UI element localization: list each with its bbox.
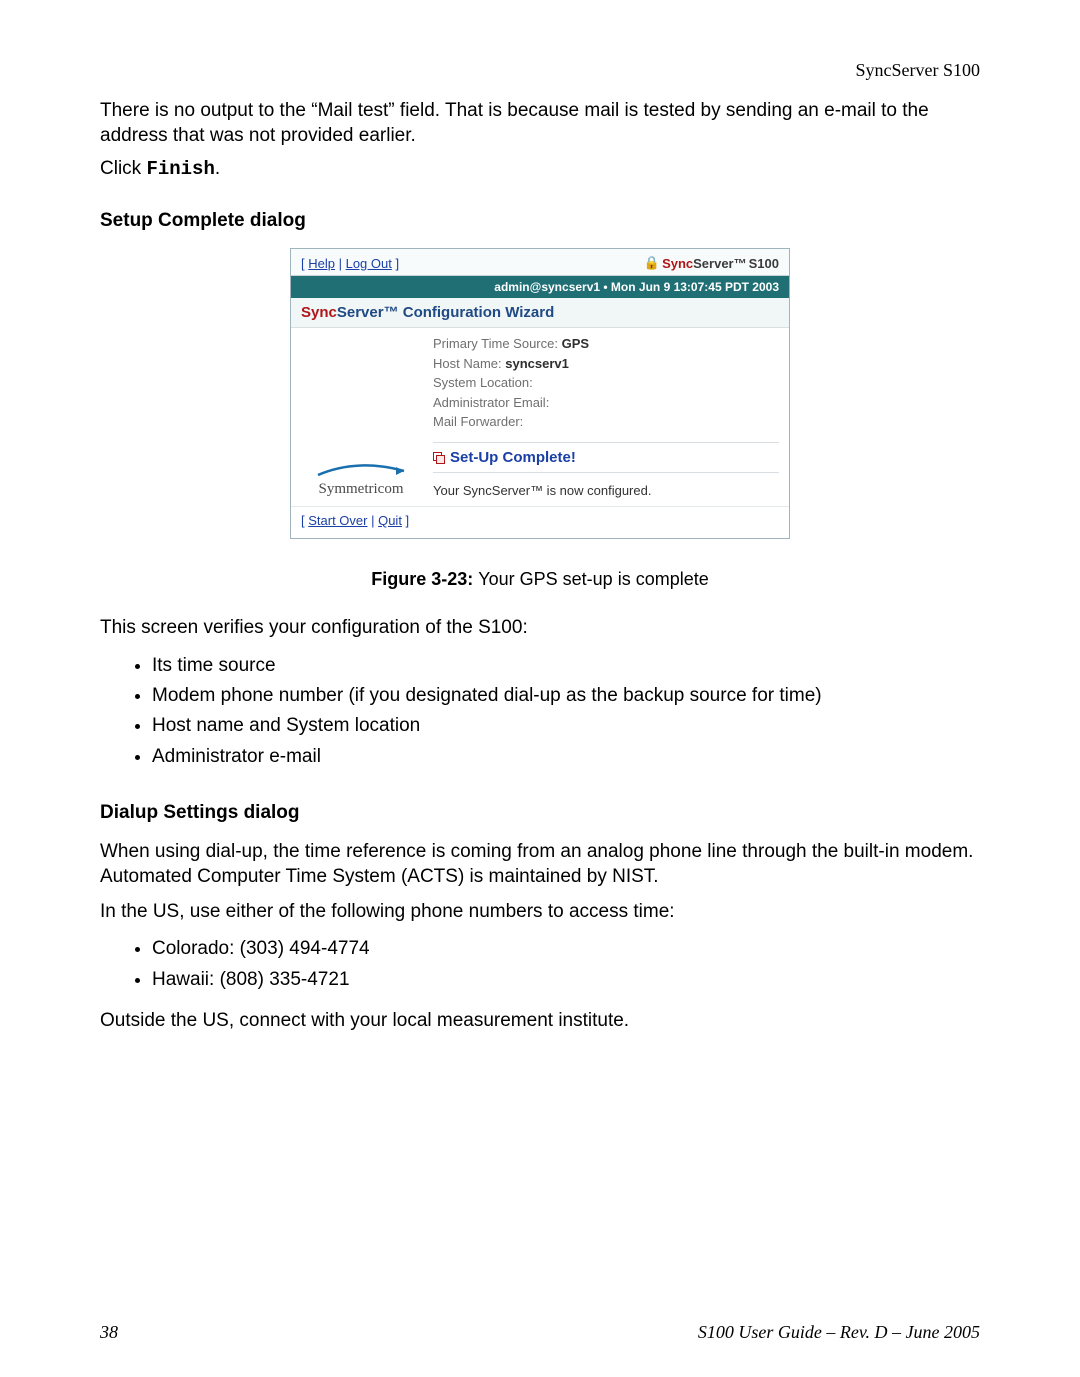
click-suffix: .	[215, 158, 220, 179]
brand-badge: 🔒 SyncServer™ S100	[644, 255, 779, 271]
primary-label: Primary Time Source:	[433, 336, 562, 351]
intro-paragraph: There is no output to the “Mail test” fi…	[100, 99, 980, 148]
dialup-settings-heading: Dialup Settings dialog	[100, 802, 980, 824]
figure-caption: Figure 3-23: Your GPS set-up is complete	[100, 569, 980, 590]
logo-text: Symmetricom	[319, 481, 404, 497]
start-over-link[interactable]: Start Over	[308, 513, 367, 528]
outside-us-paragraph: Outside the US, connect with your local …	[100, 1009, 980, 1034]
phone-number-list: Colorado: (303) 494-4774 Hawaii: (808) 3…	[100, 934, 980, 995]
swoosh-icon	[316, 461, 406, 479]
host-name-line: Host Name: syncserv1	[433, 354, 779, 374]
info-column: Primary Time Source: GPS Host Name: sync…	[433, 334, 779, 498]
config-body: Symmetricom Primary Time Source: GPS Hos…	[291, 328, 789, 506]
list-item: Colorado: (303) 494-4774	[152, 934, 980, 964]
admin-email-line: Administrator Email:	[433, 393, 779, 413]
running-header: SyncServer S100	[100, 60, 980, 81]
help-link[interactable]: Help	[308, 256, 335, 271]
system-location-line: System Location:	[433, 373, 779, 393]
page-footer: 38 S100 User Guide – Rev. D – June 2005	[100, 1322, 980, 1343]
quit-link[interactable]: Quit	[378, 513, 402, 528]
click-prefix: Click	[100, 158, 146, 179]
document-page: SyncServer S100 There is no output to th…	[0, 0, 1080, 1377]
click-finish-line: Click Finish.	[100, 158, 980, 180]
now-configured-text: Your SyncServer™ is now configured.	[433, 483, 779, 498]
top-links: [ Help | Log Out ]	[301, 256, 399, 271]
bottom-bracket-close: ]	[402, 513, 409, 528]
app-top-bar: [ Help | Log Out ] 🔒 SyncServer™ S100	[291, 249, 789, 276]
complete-icon	[433, 452, 444, 463]
dialup-paragraph: When using dial-up, the time reference i…	[100, 840, 980, 889]
logout-link[interactable]: Log Out	[346, 256, 392, 271]
list-item: Modem phone number (if you designated di…	[152, 681, 980, 711]
status-bar: admin@syncserv1 • Mon Jun 9 13:07:45 PDT…	[291, 276, 789, 298]
app-window: [ Help | Log Out ] 🔒 SyncServer™ S100 ad…	[290, 248, 790, 539]
bottom-sep: |	[367, 513, 378, 528]
setup-complete-banner: Set-Up Complete!	[433, 442, 779, 473]
logo-column: Symmetricom	[301, 334, 421, 498]
dialup-numbers-intro: In the US, use either of the following p…	[100, 900, 980, 925]
verify-intro: This screen verifies your configuration …	[100, 616, 980, 641]
host-value: syncserv1	[505, 356, 569, 371]
doc-revision: S100 User Guide – Rev. D – June 2005	[698, 1322, 980, 1343]
screenshot-figure: [ Help | Log Out ] 🔒 SyncServer™ S100 ad…	[290, 248, 790, 539]
bracket-close: ]	[392, 256, 399, 271]
list-item: Its time source	[152, 651, 980, 681]
list-item: Administrator e-mail	[152, 742, 980, 772]
figure-label: Figure 3-23:	[371, 569, 478, 589]
primary-value: GPS	[562, 336, 589, 351]
list-item: Host name and System location	[152, 711, 980, 741]
title-rest: Server™ Configuration Wizard	[337, 304, 554, 321]
title-sync: Sync	[301, 304, 337, 321]
brand-model: S100	[749, 256, 779, 271]
finish-word: Finish	[146, 158, 214, 180]
config-wizard-title: SyncServer™ Configuration Wizard	[291, 298, 789, 328]
mail-forwarder-line: Mail Forwarder:	[433, 412, 779, 432]
verify-list: Its time source Modem phone number (if y…	[100, 651, 980, 773]
host-label: Host Name:	[433, 356, 505, 371]
primary-time-source-line: Primary Time Source: GPS	[433, 334, 779, 354]
app-bottom-bar: [ Start Over | Quit ]	[291, 506, 789, 538]
setup-complete-text: Set-Up Complete!	[450, 449, 576, 466]
lock-icon: 🔒	[644, 255, 660, 271]
list-item: Hawaii: (808) 335-4721	[152, 965, 980, 995]
brand-sync: Sync	[662, 256, 693, 271]
brand-server: Server™	[693, 256, 746, 271]
symmetricom-logo: Symmetricom	[316, 461, 406, 498]
figure-caption-text: Your GPS set-up is complete	[478, 569, 708, 589]
setup-complete-heading: Setup Complete dialog	[100, 210, 980, 232]
link-sep: |	[335, 256, 346, 271]
page-number: 38	[100, 1322, 118, 1343]
